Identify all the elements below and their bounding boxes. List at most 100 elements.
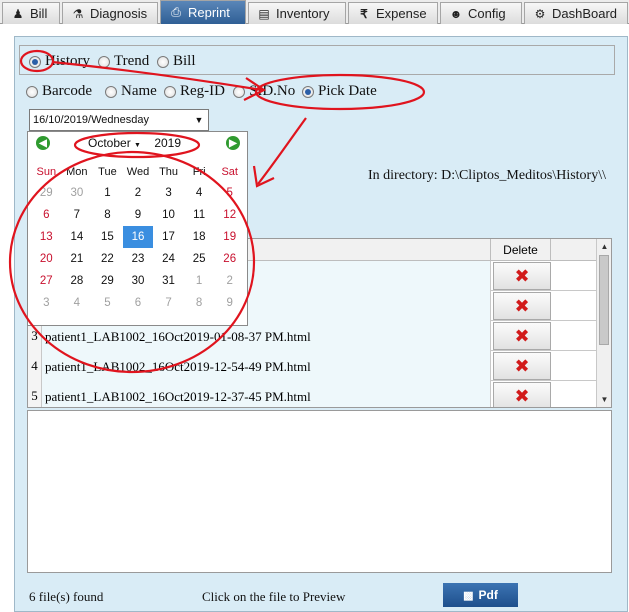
date-picker[interactable]: 16/10/2019/Wednesday ▼ xyxy=(29,109,209,131)
row-number: 4 xyxy=(28,351,42,381)
calendar-day[interactable]: 8 xyxy=(184,292,215,314)
delete-x-icon: ✖ xyxy=(514,385,530,407)
calendar-day[interactable]: 4 xyxy=(62,292,93,314)
calendar-day[interactable]: 29 xyxy=(92,270,123,292)
radio-name[interactable]: Name xyxy=(105,83,157,100)
calendar-day[interactable]: 2 xyxy=(214,270,245,292)
calendar-day[interactable]: 4 xyxy=(184,182,215,204)
scroll-up-icon[interactable]: ▲ xyxy=(597,239,611,254)
calendar-day[interactable]: 6 xyxy=(123,292,154,314)
delete-button[interactable]: ✖ xyxy=(493,322,551,350)
calendar-day[interactable]: 7 xyxy=(153,292,184,314)
calendar-day[interactable]: 1 xyxy=(184,270,215,292)
radio-button[interactable] xyxy=(26,85,38,98)
calendar-day[interactable]: 6 xyxy=(31,204,62,226)
radio-button[interactable] xyxy=(157,55,169,68)
file-name[interactable]: patient1_LAB1002_16Oct2019-12-37-45 PM.h… xyxy=(42,381,491,407)
table-row[interactable]: 4 patient1_LAB1002_16Oct2019-12-54-49 PM.… xyxy=(28,351,598,381)
calendar-day[interactable]: 26 xyxy=(214,248,245,270)
calendar-day[interactable]: 3 xyxy=(153,182,184,204)
calendar-month[interactable]: October xyxy=(88,136,131,150)
pdf-button[interactable]: ▩ Pdf xyxy=(443,583,518,607)
delete-button[interactable]: ✖ xyxy=(493,382,551,407)
prev-month-icon[interactable]: ◀ xyxy=(36,136,50,150)
delete-button[interactable]: ✖ xyxy=(493,352,551,380)
calendar-day[interactable]: 29 xyxy=(31,182,62,204)
tab-config[interactable]: ☻ Config xyxy=(440,2,522,24)
calendar-day[interactable]: 16 xyxy=(122,226,154,248)
calendar-day[interactable]: 17 xyxy=(153,226,184,248)
dropdown-arrow-icon[interactable]: ▼ xyxy=(192,112,206,128)
calendar-day[interactable]: 14 xyxy=(62,226,93,248)
calendar-day[interactable]: 24 xyxy=(153,248,184,270)
calendar-day[interactable]: 9 xyxy=(214,292,245,314)
calendar-day[interactable]: 30 xyxy=(62,182,93,204)
tab-dashboard[interactable]: ⚙ DashBoard xyxy=(524,2,628,24)
radio-reg-id[interactable]: Reg-ID xyxy=(164,83,225,100)
calendar-day[interactable]: 21 xyxy=(62,248,93,270)
radio-barcode[interactable]: Barcode xyxy=(26,83,92,100)
weekday-header: Thu xyxy=(159,166,179,178)
scrollbar[interactable]: ▲ ▼ xyxy=(596,239,611,407)
tab-expense[interactable]: ₹ Expense xyxy=(348,2,438,24)
calendar-day[interactable]: 23 xyxy=(123,248,154,270)
tab-inventory[interactable]: ▤ Inventory xyxy=(248,2,346,24)
radio-button[interactable] xyxy=(29,55,41,68)
radio-label: Name xyxy=(121,83,157,99)
radio-label: SID.No xyxy=(249,83,296,99)
calendar-day[interactable]: 8 xyxy=(92,204,123,226)
radio-history[interactable]: History xyxy=(29,53,90,70)
radio-sid-no[interactable]: SID.No xyxy=(233,83,295,100)
calendar-day[interactable]: 1 xyxy=(92,182,123,204)
calendar-day[interactable]: 5 xyxy=(92,292,123,314)
calendar-day[interactable]: 22 xyxy=(92,248,123,270)
calendar-day[interactable]: 20 xyxy=(31,248,62,270)
calendar-day[interactable]: 12 xyxy=(214,204,245,226)
table-row[interactable]: 5 patient1_LAB1002_16Oct2019-12-37-45 PM.… xyxy=(28,381,598,407)
tab-reprint[interactable]: ⎙ Reprint xyxy=(160,0,246,24)
calendar-day[interactable]: 9 xyxy=(123,204,154,226)
scroll-down-icon[interactable]: ▼ xyxy=(597,392,611,407)
calendar-day[interactable]: 28 xyxy=(62,270,93,292)
tab-label: Config xyxy=(468,6,506,21)
tab-bill[interactable]: ♟ Bill xyxy=(2,2,60,24)
calendar-day[interactable]: 19 xyxy=(214,226,245,248)
calendar-day[interactable]: 13 xyxy=(31,226,62,248)
weekday-header: Mon xyxy=(66,166,88,178)
next-month-icon[interactable]: ▶ xyxy=(226,136,240,150)
calendar-day[interactable]: 30 xyxy=(123,270,154,292)
calendar-day[interactable]: 18 xyxy=(184,226,215,248)
radio-button[interactable] xyxy=(164,85,176,98)
printer-icon: ⎙ xyxy=(171,5,181,19)
radio-button[interactable] xyxy=(105,85,117,98)
delete-button[interactable]: ✖ xyxy=(493,262,551,290)
calendar-grid: Sun Mon Tue Wed Thu Fri Sat 29 30 1 2 3 4 5 6 7 8 9 10 11 12… xyxy=(31,162,245,314)
tab-diagnosis[interactable]: ⚗ Diagnosis xyxy=(62,2,158,24)
tab-label: DashBoard xyxy=(552,6,618,21)
calendar-day[interactable]: 15 xyxy=(92,226,123,248)
radio-trend[interactable]: Trend xyxy=(98,53,149,70)
rupee-icon: ₹ xyxy=(360,6,368,21)
calendar-day[interactable]: 11 xyxy=(184,204,215,226)
calendar-day[interactable]: 5 xyxy=(214,182,245,204)
calendar-day[interactable]: 2 xyxy=(123,182,154,204)
radio-button[interactable] xyxy=(302,85,314,98)
calendar-day[interactable]: 25 xyxy=(184,248,215,270)
delete-button[interactable]: ✖ xyxy=(493,292,551,320)
calendar-day[interactable]: 3 xyxy=(31,292,62,314)
header-delete: Delete xyxy=(491,239,551,261)
user-config-icon: ☻ xyxy=(449,6,463,21)
radio-bill[interactable]: Bill xyxy=(157,53,196,70)
radio-button[interactable] xyxy=(98,55,110,68)
scroll-thumb[interactable] xyxy=(599,255,609,345)
radio-pick-date[interactable]: Pick Date xyxy=(302,83,377,100)
calendar-day[interactable]: 31 xyxy=(153,270,184,292)
calendar-day[interactable]: 7 xyxy=(62,204,93,226)
calendar-day[interactable]: 10 xyxy=(153,204,184,226)
calendar-day[interactable]: 27 xyxy=(31,270,62,292)
file-name[interactable]: patient1_LAB1002_16Oct2019-12-54-49 PM.h… xyxy=(42,351,491,381)
pdf-label: Pdf xyxy=(478,588,498,602)
calendar-year[interactable]: 2019 xyxy=(154,136,181,150)
radio-button[interactable] xyxy=(233,85,245,98)
chevron-down-icon: ▼ xyxy=(134,142,141,149)
